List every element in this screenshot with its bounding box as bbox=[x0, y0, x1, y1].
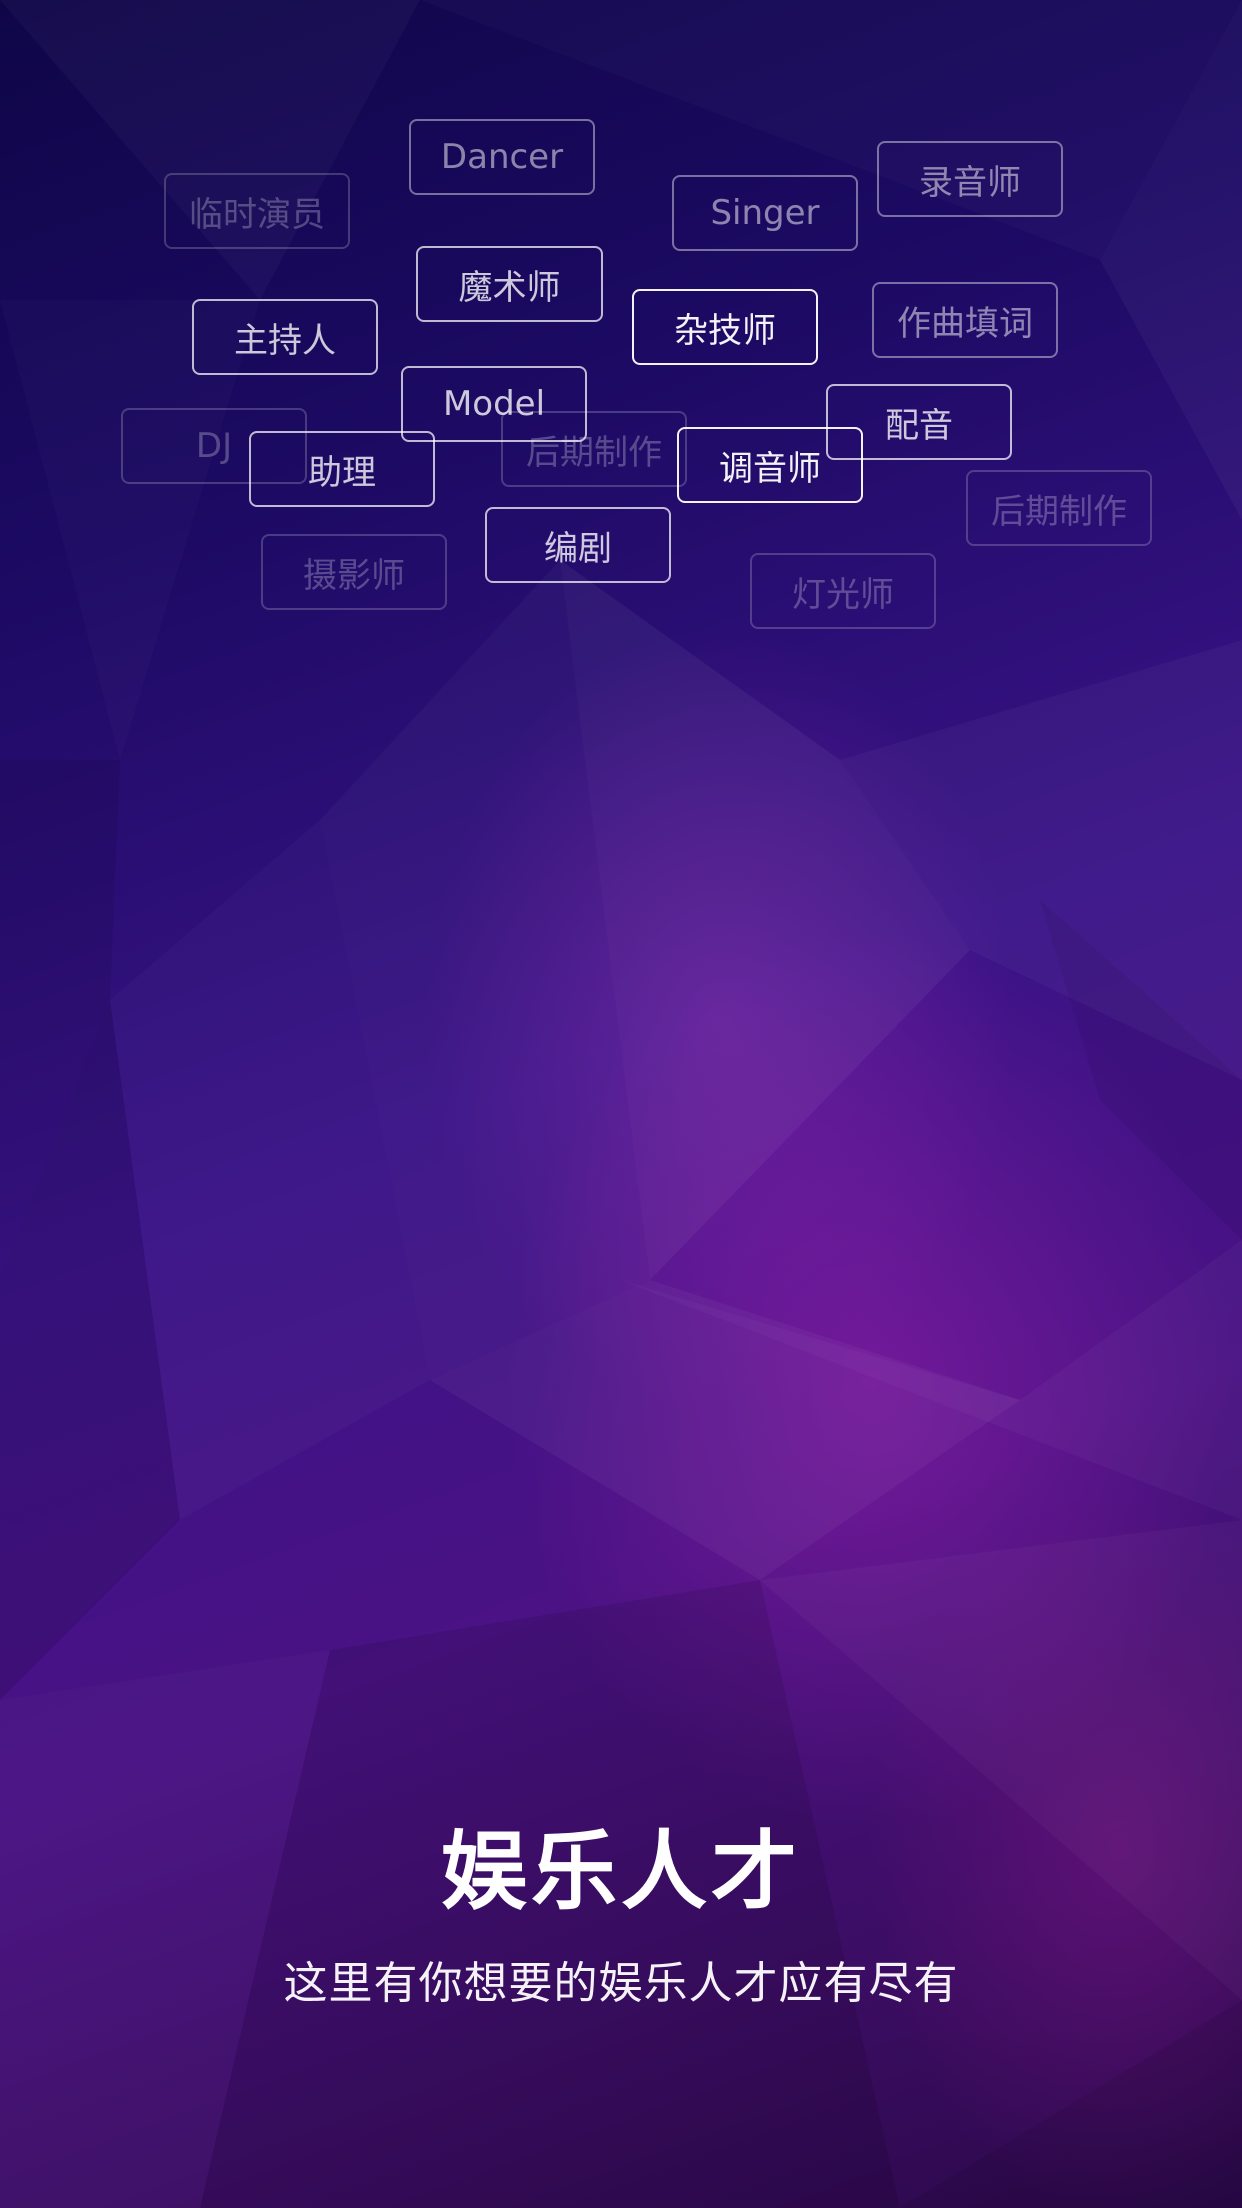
tag-recording-engineer[interactable]: 录音师 bbox=[877, 141, 1063, 217]
tag-assistant[interactable]: 助理 bbox=[249, 431, 435, 507]
tag-sound-mixer[interactable]: 调音师 bbox=[677, 427, 863, 503]
tag-composer-lyricist[interactable]: 作曲填词 bbox=[872, 282, 1058, 358]
tag-temporary-actor[interactable]: 临时演员 bbox=[164, 173, 350, 249]
hero-subtitle: 这里有你想要的娱乐人才应有尽有 bbox=[283, 1958, 959, 2009]
tag-magician[interactable]: 魔术师 bbox=[416, 246, 603, 322]
tag-screenwriter[interactable]: 编剧 bbox=[485, 507, 671, 583]
tag-post-production-2[interactable]: 后期制作 bbox=[966, 470, 1152, 546]
tag-acrobat[interactable]: 杂技师 bbox=[632, 289, 818, 365]
hero-title: 娱乐人才 bbox=[441, 1822, 801, 1922]
tag-host[interactable]: 主持人 bbox=[192, 299, 378, 375]
tag-photographer[interactable]: 摄影师 bbox=[261, 534, 447, 610]
tag-lighting-technician[interactable]: 灯光师 bbox=[750, 553, 936, 629]
tag-singer[interactable]: Singer bbox=[672, 175, 858, 251]
tag-dancer[interactable]: Dancer bbox=[409, 119, 595, 195]
